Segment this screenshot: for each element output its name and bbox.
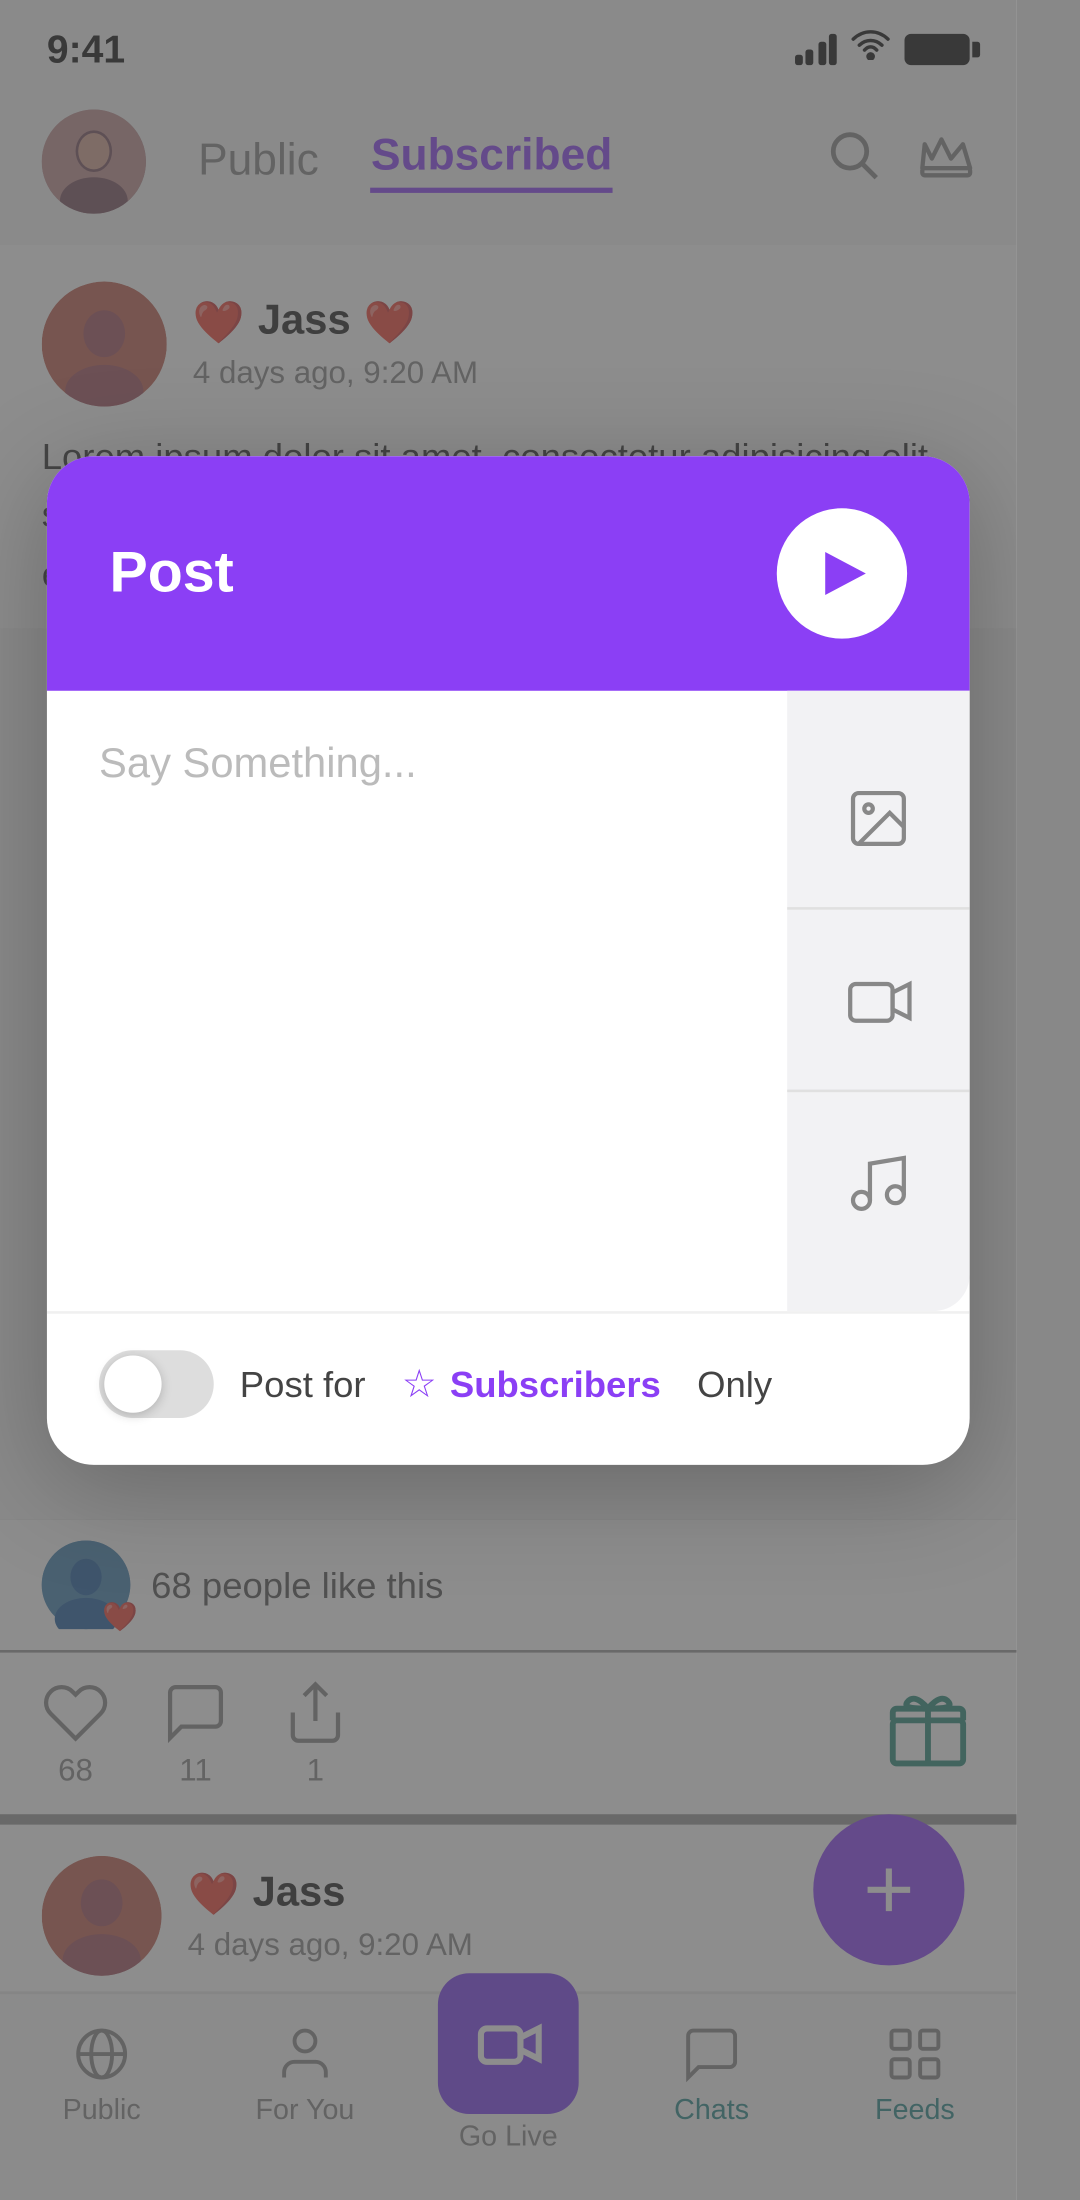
subscribers-label: Subscribers (450, 1363, 661, 1405)
send-button[interactable] (777, 508, 907, 638)
post-for-label: Post for ☆ Subscribers Only (240, 1361, 772, 1408)
toggle-thumb (104, 1355, 161, 1412)
subscribers-toggle[interactable] (99, 1350, 214, 1418)
modal-title: Post (109, 540, 233, 608)
modal-body: Say Something... (47, 691, 970, 1311)
modal-header: Post (47, 456, 970, 691)
video-icon (845, 966, 913, 1034)
media-panel (787, 691, 969, 1311)
post-modal: Post Say Something... (47, 456, 970, 1465)
music-upload-button[interactable] (787, 1092, 969, 1274)
music-icon (845, 1150, 913, 1218)
post-input-area[interactable]: Say Something... (47, 691, 787, 1311)
video-upload-button[interactable] (787, 910, 969, 1092)
image-icon (845, 783, 913, 851)
post-placeholder: Say Something... (99, 743, 417, 787)
star-icon: ☆ (402, 1361, 437, 1408)
modal-footer: Post for ☆ Subscribers Only (47, 1311, 970, 1465)
image-upload-button[interactable] (787, 727, 969, 909)
